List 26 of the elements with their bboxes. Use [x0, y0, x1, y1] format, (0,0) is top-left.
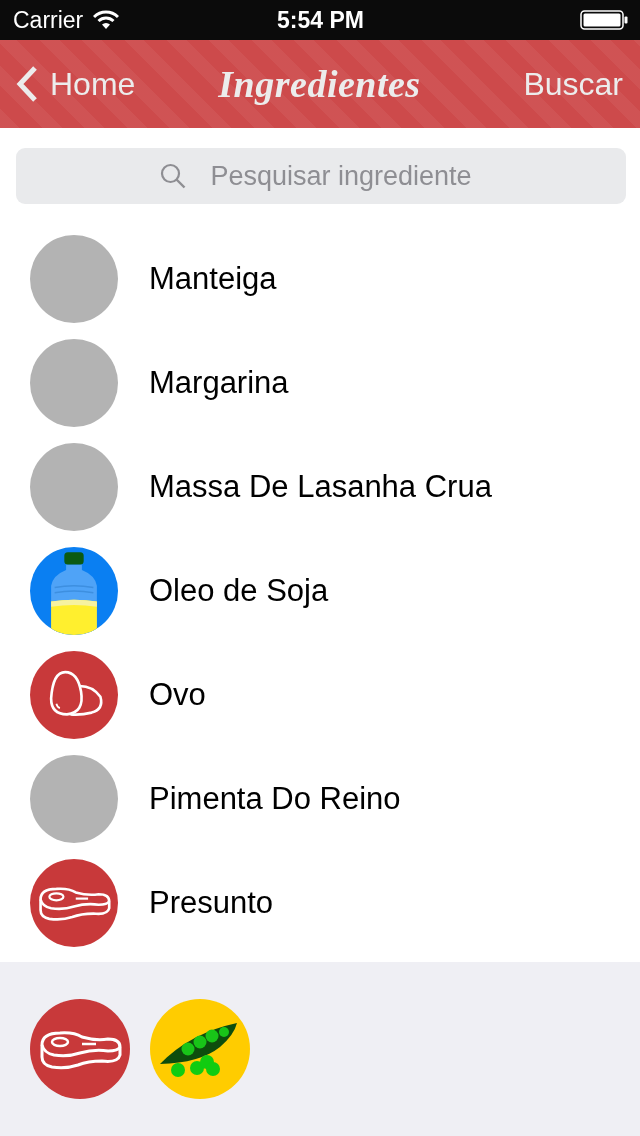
screen-title: Ingredientes [218, 62, 421, 106]
search-icon [160, 163, 186, 189]
battery-icon [580, 10, 628, 30]
clock-time: 5:54 PM [277, 8, 364, 32]
ingredient-name[interactable]: Pimenta Do Reino [149, 781, 401, 817]
oil-bottle-icon [30, 547, 118, 635]
steak-icon[interactable] [30, 999, 130, 1099]
ingredient-name[interactable]: Presunto [149, 885, 274, 921]
ingredient-name[interactable]: Ovo [149, 677, 206, 713]
image-placeholder-icon [30, 235, 118, 323]
search-field[interactable]: Pesquisar ingrediente [16, 148, 626, 204]
ingredient-name[interactable]: Oleo de Soja [149, 573, 329, 609]
ingredient-name[interactable]: Massa De Lasanha Crua [149, 469, 492, 505]
back-chevron-icon [16, 66, 38, 102]
egg-icon [30, 651, 118, 739]
back-button[interactable]: Home [16, 65, 136, 103]
ingredient-name[interactable]: Manteiga [149, 261, 277, 297]
ingredient-name[interactable]: Margarina [149, 365, 289, 401]
image-placeholder-icon [30, 443, 118, 531]
search-action-button[interactable]: Buscar [523, 65, 623, 103]
steak-icon [30, 859, 118, 947]
pea-pod-icon[interactable] [150, 999, 250, 1099]
image-placeholder-icon [30, 339, 118, 427]
carrier-label: Carrier [13, 8, 84, 32]
wifi-icon [93, 10, 120, 30]
image-placeholder-icon [30, 755, 118, 843]
